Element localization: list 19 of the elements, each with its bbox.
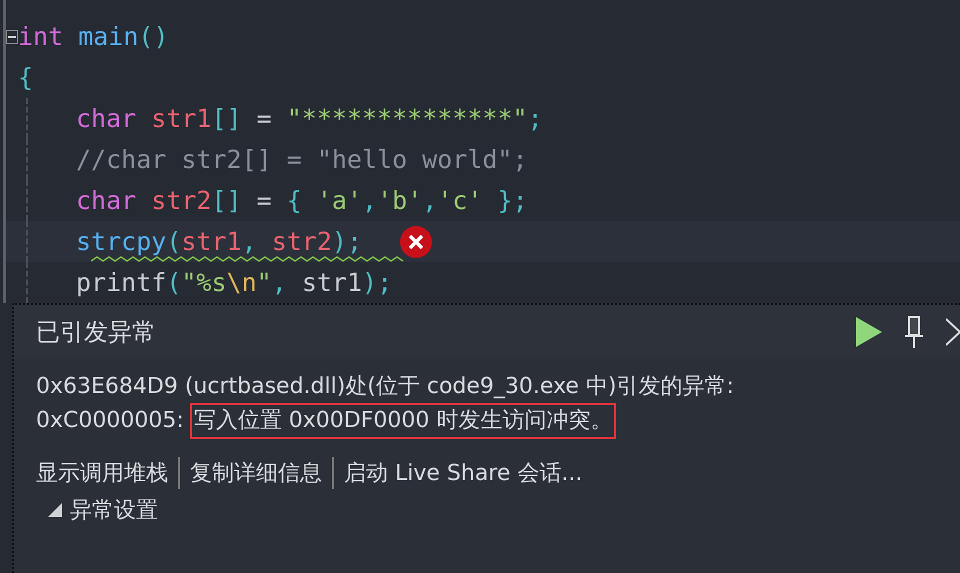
action-link[interactable]: 显示调用堆栈 [36, 458, 168, 488]
code-line: int main() [18, 22, 169, 51]
code-line: strcpy(str1, str2); [76, 227, 362, 256]
code-line: printf("%s\n", str1); [76, 268, 392, 297]
pin-icon[interactable] [904, 316, 924, 348]
code-line: char str2[] = { 'a','b','c' }; [76, 186, 528, 215]
close-icon[interactable] [946, 318, 960, 346]
highlighted-message: 写入位置 0x00DF0000 时发生访问冲突。 [190, 403, 616, 439]
continue-play-icon[interactable] [856, 317, 882, 347]
code-line: //char str2[] = "hello world"; [76, 145, 528, 174]
fold-collapse-icon[interactable] [6, 30, 18, 44]
exception-settings-toggle[interactable]: 异常设置 [14, 489, 960, 525]
exception-message: 0x63E684D9 (ucrtbased.dll)处(位于 code9_30.exe 中)引发的异常: [36, 373, 735, 401]
exception-code: 0xC0000005: [36, 407, 184, 435]
popup-title: 已引发异常 [36, 317, 156, 348]
code-line: char str1[] = "**************"; [76, 104, 543, 133]
code-line: { [18, 63, 34, 92]
action-link[interactable]: 启动 Live Share 会话... [344, 458, 582, 488]
action-link[interactable]: 复制详细信息 [190, 458, 322, 488]
